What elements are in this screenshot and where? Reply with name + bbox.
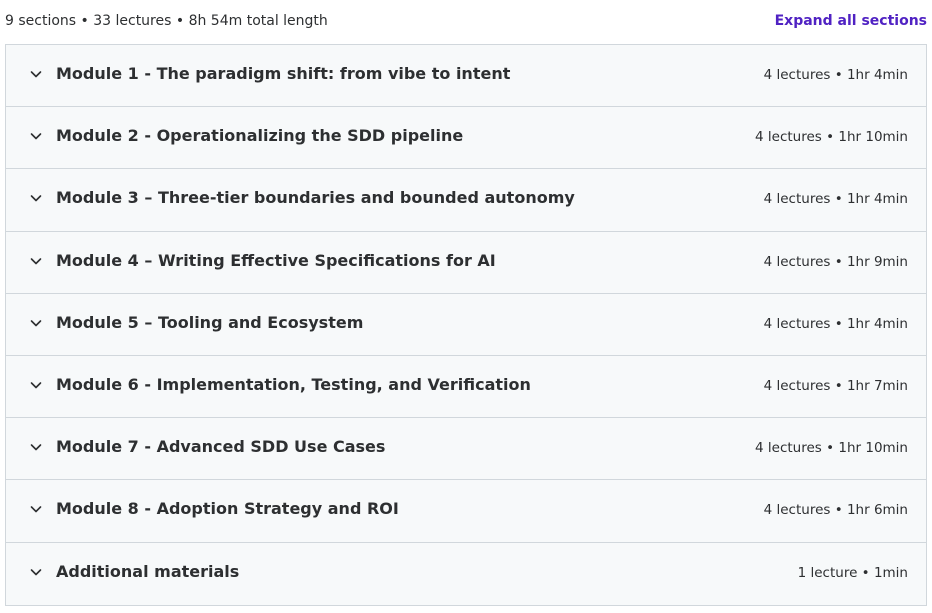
section-title: Additional materials [56, 561, 240, 581]
section-toggle-module-2[interactable]: Module 2 - Operationalizing the SDD pipe… [6, 107, 926, 170]
section-title: Module 8 - Adoption Strategy and ROI [56, 499, 399, 519]
section-title: Module 6 - Implementation, Testing, and … [56, 374, 531, 394]
expand-all-sections-button[interactable]: Expand all sections [775, 13, 927, 29]
chevron-down-icon [28, 128, 44, 144]
section-title: Module 3 – Three-tier boundaries and bou… [56, 188, 575, 208]
section-toggle-module-1[interactable]: Module 1 - The paradigm shift: from vibe… [6, 45, 926, 108]
chevron-down-icon [28, 253, 44, 269]
section-title: Module 5 – Tooling and Ecosystem [56, 312, 364, 332]
section-toggle-module-5[interactable]: Module 5 – Tooling and Ecosystem 4 lectu… [6, 293, 926, 356]
section-title: Module 1 - The paradigm shift: from vibe… [56, 64, 511, 83]
section-toggle-module-6[interactable]: Module 6 - Implementation, Testing, and … [6, 355, 926, 419]
curriculum-summary-bar: 9 sections • 33 lectures • 8h 54m total … [0, 0, 932, 44]
chevron-down-icon [28, 190, 44, 206]
section-lecture-count-duration: 4 lectures • 1hr 10min [755, 440, 908, 457]
chevron-down-icon [28, 315, 44, 331]
section-title: Module 2 - Operationalizing the SDD pipe… [56, 126, 464, 146]
section-lecture-count-duration: 4 lectures • 1hr 6min [763, 502, 908, 519]
section-lecture-count-duration: 4 lectures • 1hr 4min [763, 191, 908, 208]
chevron-down-icon [28, 501, 44, 517]
section-title: Module 7 - Advanced SDD Use Cases [56, 437, 386, 457]
section-lecture-count-duration: 1 lecture • 1min [797, 564, 908, 581]
section-lecture-count-duration: 4 lectures • 1hr 10min [755, 129, 908, 146]
section-toggle-module-7[interactable]: Module 7 - Advanced SDD Use Cases 4 lect… [6, 418, 926, 481]
chevron-down-icon [28, 66, 44, 82]
section-title: Module 4 – Writing Effective Specificati… [56, 250, 496, 270]
section-toggle-additional-materials[interactable]: Additional materials 1 lecture • 1min [6, 542, 926, 605]
chevron-down-icon [28, 564, 44, 580]
section-toggle-module-4[interactable]: Module 4 – Writing Effective Specificati… [6, 231, 926, 294]
chevron-down-icon [28, 377, 44, 393]
section-lecture-count-duration: 4 lectures • 1hr 4min [763, 67, 908, 83]
course-content-summary: 9 sections • 33 lectures • 8h 54m total … [5, 13, 328, 29]
section-toggle-module-3[interactable]: Module 3 – Three-tier boundaries and bou… [6, 169, 926, 232]
section-toggle-module-8[interactable]: Module 8 - Adoption Strategy and ROI 4 l… [6, 480, 926, 543]
curriculum-section-list: Module 1 - The paradigm shift: from vibe… [5, 44, 927, 606]
chevron-down-icon [28, 439, 44, 455]
section-lecture-count-duration: 4 lectures • 1hr 7min [763, 377, 908, 394]
section-lecture-count-duration: 4 lectures • 1hr 4min [763, 315, 908, 332]
section-lecture-count-duration: 4 lectures • 1hr 9min [763, 253, 908, 270]
